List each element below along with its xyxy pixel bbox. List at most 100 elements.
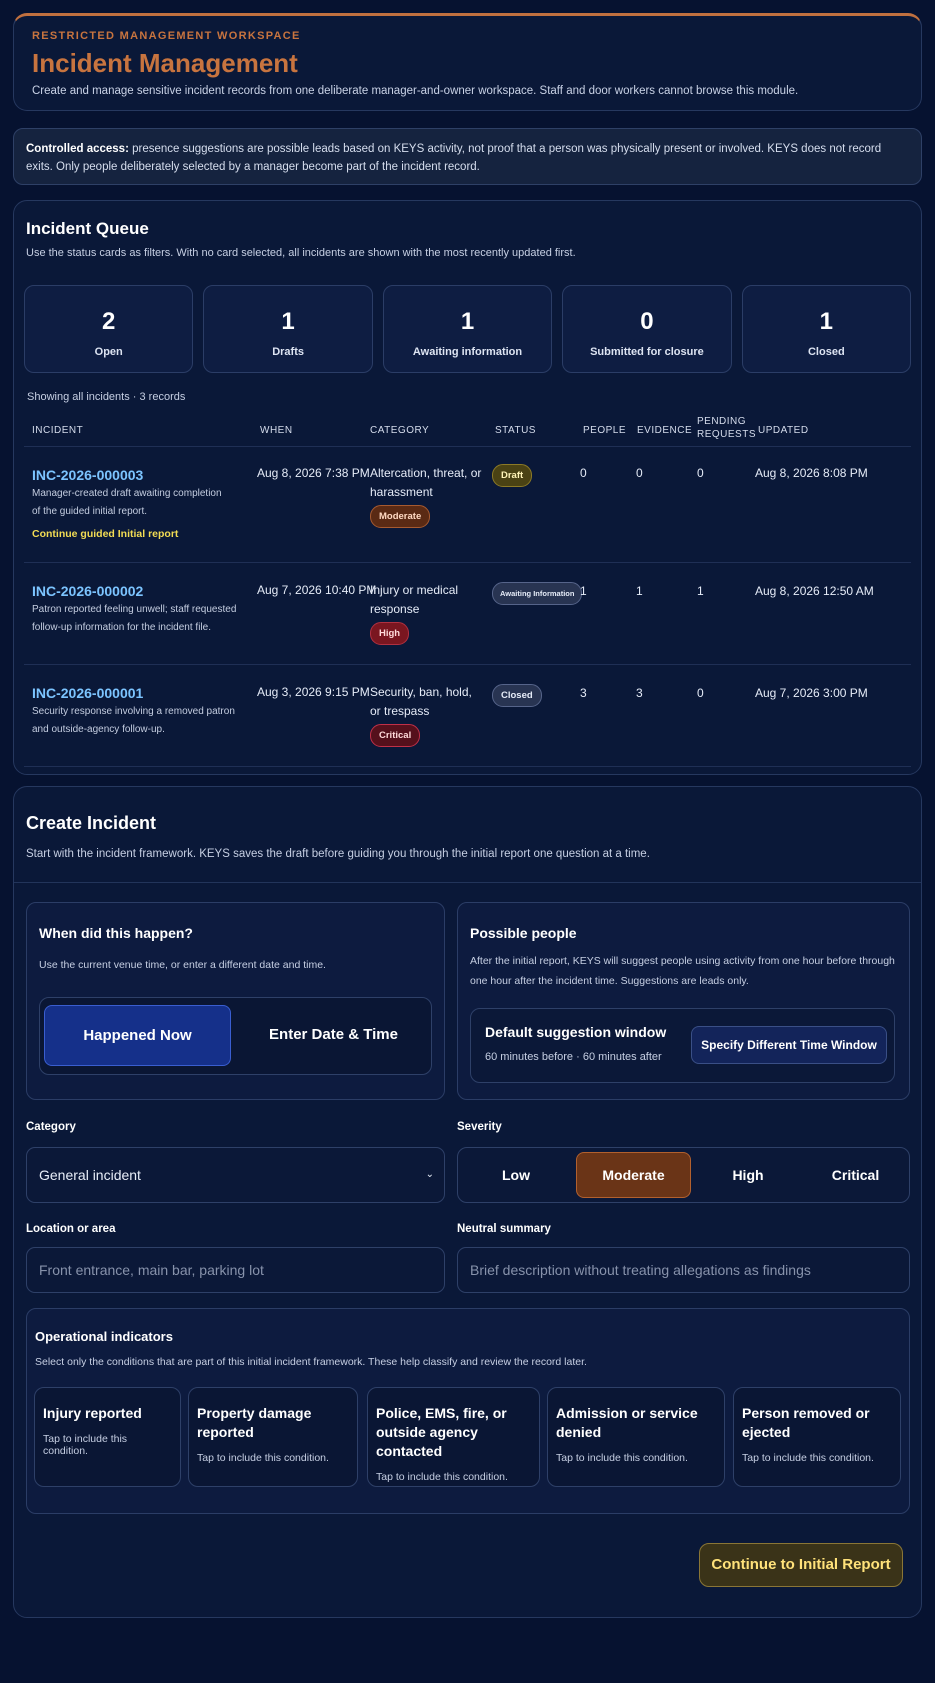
status-card-open[interactable]: 2 Open bbox=[24, 285, 194, 373]
severity-badge-cell: Moderate bbox=[370, 505, 431, 528]
summary-label: Neutral summary bbox=[457, 1223, 551, 1235]
status-label: Submitted for closure bbox=[590, 346, 704, 358]
category-value: General incident bbox=[39, 1167, 141, 1183]
indicator-title: Police, EMS, fire, or outside agency con… bbox=[376, 1405, 507, 1459]
severity-badge: High bbox=[370, 622, 410, 645]
severity-badge-cell: Critical bbox=[370, 724, 421, 747]
status-filter-cards: 2 Open 1 Drafts 1 Awaiting information 0… bbox=[24, 285, 912, 373]
people-title: Possible people bbox=[470, 925, 577, 941]
severity-badge: Moderate bbox=[370, 505, 431, 528]
severity-label: Severity bbox=[457, 1121, 502, 1133]
severity-high-button[interactable]: High bbox=[696, 1152, 800, 1198]
col-updated: UPDATED bbox=[758, 425, 809, 436]
severity-low-button[interactable]: Low bbox=[462, 1152, 570, 1198]
evidence-count: 1 bbox=[636, 584, 643, 598]
incident-when: Aug 8, 2026 7:38 PM bbox=[257, 466, 370, 480]
severity-critical-button[interactable]: Critical bbox=[804, 1152, 907, 1198]
notice-text: presence suggestions are possible leads … bbox=[26, 143, 882, 173]
people-count: 0 bbox=[580, 466, 587, 480]
indicator-property-damage[interactable]: Property damage reported Tap to include … bbox=[188, 1387, 358, 1487]
window-detail: 60 minutes before · 60 minutes after bbox=[485, 1051, 662, 1063]
possible-people-section: Possible people After the initial report… bbox=[457, 902, 910, 1100]
indicator-title: Admission or service denied bbox=[556, 1405, 698, 1440]
people-count: 1 bbox=[580, 584, 587, 598]
status-label: Drafts bbox=[272, 346, 304, 358]
people-count: 3 bbox=[580, 686, 587, 700]
col-when: WHEN bbox=[260, 425, 293, 436]
indicator-hint: Tap to include this condition. bbox=[197, 1452, 329, 1464]
evidence-count: 0 bbox=[636, 466, 643, 480]
when-section: When did this happen? Use the current ve… bbox=[26, 902, 445, 1100]
incident-category: Injury or medical response bbox=[370, 583, 459, 616]
table-row[interactable]: INC-2026-000001 Security response involv… bbox=[24, 665, 911, 767]
indicators-title: Operational indicators bbox=[35, 1329, 173, 1344]
status-count: 1 bbox=[460, 308, 475, 335]
evidence-count: 3 bbox=[636, 686, 643, 700]
specify-time-window-button[interactable]: Specify Different Time Window bbox=[691, 1026, 887, 1064]
table-row[interactable]: INC-2026-000003 Manager-created draft aw… bbox=[24, 447, 911, 563]
severity-badge: Critical bbox=[370, 724, 421, 747]
indicator-person-removed[interactable]: Person removed or ejected Tap to include… bbox=[733, 1387, 901, 1487]
indicator-hint: Tap to include this condition. bbox=[556, 1452, 688, 1464]
indicator-admission-denied[interactable]: Admission or service denied Tap to inclu… bbox=[547, 1387, 725, 1487]
location-label: Location or area bbox=[26, 1223, 116, 1235]
indicator-outside-agency[interactable]: Police, EMS, fire, or outside agency con… bbox=[367, 1387, 540, 1487]
enter-date-time-button[interactable]: Enter Date & Time bbox=[239, 1005, 428, 1066]
category-select[interactable]: General incident ⌄ bbox=[26, 1147, 445, 1203]
status-badge: Awaiting Information bbox=[492, 582, 583, 605]
indicator-hint: Tap to include this condition. bbox=[376, 1471, 508, 1483]
status-badge-cell: Closed bbox=[492, 684, 542, 707]
happened-now-button[interactable]: Happened Now bbox=[44, 1005, 231, 1066]
incident-when: Aug 7, 2026 10:40 PM bbox=[257, 583, 377, 597]
incident-id[interactable]: INC-2026-000003 bbox=[32, 467, 143, 483]
workspace-eyebrow: RESTRICTED MANAGEMENT WORKSPACE bbox=[32, 30, 301, 42]
indicator-title: Person removed or ejected bbox=[742, 1405, 870, 1440]
continue-report-link[interactable]: Continue guided Initial report bbox=[32, 528, 178, 540]
status-card-awaiting-information[interactable]: 1 Awaiting information bbox=[382, 285, 553, 373]
incident-id[interactable]: INC-2026-000001 bbox=[32, 685, 143, 701]
col-status: STATUS bbox=[495, 425, 536, 436]
create-incident-panel: Create Incident Start with the incident … bbox=[13, 786, 922, 1618]
severity-moderate-button[interactable]: Moderate bbox=[576, 1152, 691, 1198]
status-card-closed[interactable]: 1 Closed bbox=[741, 285, 912, 373]
col-pending: PENDING bbox=[697, 416, 747, 427]
col-pending-requests: PENDING REQUESTS bbox=[697, 415, 756, 441]
table-row[interactable]: INC-2026-000002 Patron reported feeling … bbox=[24, 563, 911, 665]
page-title: Incident Management bbox=[32, 48, 298, 78]
records-summary: Showing all incidents · 3 records bbox=[27, 391, 186, 403]
status-count: 2 bbox=[102, 308, 116, 335]
incident-when: Aug 3, 2026 9:15 PM bbox=[257, 685, 370, 699]
status-count: 1 bbox=[819, 308, 833, 335]
create-header: Create Incident Start with the incident … bbox=[14, 787, 921, 883]
summary-input[interactable]: Brief description without treating alleg… bbox=[457, 1247, 910, 1293]
when-title: When did this happen? bbox=[39, 925, 193, 941]
indicator-injury-reported[interactable]: Injury reported Tap to include this cond… bbox=[34, 1387, 181, 1487]
pending-requests-count: 0 bbox=[697, 466, 704, 480]
status-count: 1 bbox=[281, 308, 295, 335]
status-count: 0 bbox=[640, 308, 654, 335]
continue-to-initial-report-button[interactable]: Continue to Initial Report bbox=[699, 1543, 903, 1587]
page-subtitle: Create and manage sensitive incident rec… bbox=[32, 85, 799, 97]
status-badge-cell: Draft bbox=[492, 464, 533, 487]
status-badge: Closed bbox=[492, 684, 542, 707]
col-evidence: EVIDENCE bbox=[637, 425, 693, 436]
queue-subtitle: Use the status cards as filters. With no… bbox=[26, 247, 576, 259]
incident-queue: Incident Queue Use the status cards as f… bbox=[13, 200, 922, 775]
location-input[interactable]: Front entrance, main bar, parking lot bbox=[26, 1247, 445, 1293]
incident-category: Altercation, threat, or harassment bbox=[370, 466, 482, 499]
create-subtitle: Start with the incident framework. KEYS … bbox=[26, 848, 650, 860]
incident-description: Patron reported feeling unwell; staff re… bbox=[32, 604, 237, 633]
status-label: Closed bbox=[807, 346, 845, 358]
incident-id[interactable]: INC-2026-000002 bbox=[32, 583, 143, 599]
severity-badge-cell: High bbox=[370, 622, 410, 645]
suggestion-window-box: Default suggestion window 60 minutes bef… bbox=[470, 1008, 895, 1083]
status-card-submitted-for-closure[interactable]: 0 Submitted for closure bbox=[562, 285, 732, 373]
create-title: Create Incident bbox=[26, 813, 157, 833]
status-badge: Draft bbox=[492, 464, 533, 487]
status-label: Awaiting information bbox=[412, 346, 523, 358]
status-card-drafts[interactable]: 1 Drafts bbox=[203, 285, 373, 373]
pending-requests-count: 1 bbox=[697, 584, 704, 598]
incident-description: Manager-created draft awaiting completio… bbox=[32, 488, 222, 517]
category-label: Category bbox=[26, 1121, 76, 1133]
col-category: CATEGORY bbox=[370, 425, 430, 436]
